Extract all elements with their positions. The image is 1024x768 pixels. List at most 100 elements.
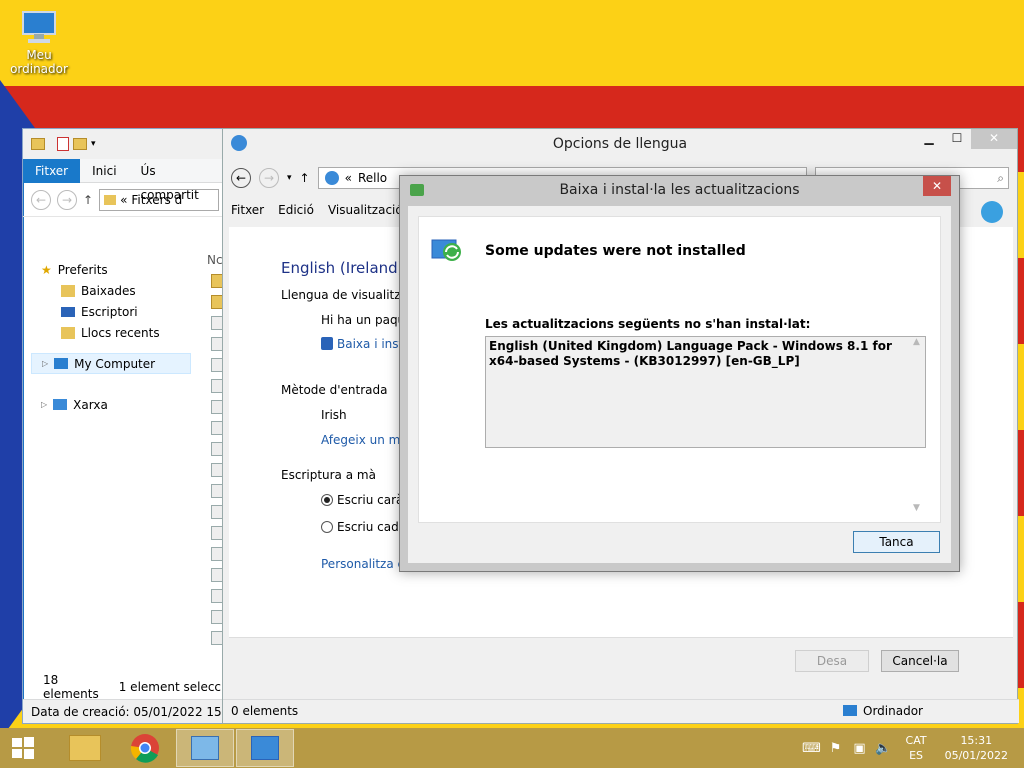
tab-home[interactable]: Inici	[80, 159, 128, 183]
breadcrumb-chevron-icon: «	[344, 171, 352, 185]
radio-icon[interactable]	[321, 521, 333, 533]
volume-icon[interactable]: 🔈	[872, 741, 896, 756]
window-controls: ▁ ☐ ✕	[915, 129, 1017, 149]
system-tray: ⌨ ⚑ ▣ 🔈 CAT ES 15:31 05/01/2022	[800, 728, 1024, 768]
personalize-link[interactable]: Personalitza el	[321, 557, 408, 571]
taskbar: ⌨ ⚑ ▣ 🔈 CAT ES 15:31 05/01/2022	[0, 728, 1024, 768]
item-count: 18 elements	[43, 673, 99, 701]
dialog-panel: Some updates were not installed Les actu…	[418, 216, 941, 523]
menu-edit[interactable]: Edició	[278, 203, 314, 217]
close-button[interactable]: ✕	[971, 129, 1017, 149]
star-icon: ★	[41, 262, 52, 277]
quick-access-dropdown-icon[interactable]: ▾	[91, 139, 96, 149]
nav-item-my-computer[interactable]: ▷ My Computer	[31, 353, 191, 374]
history-dropdown-icon[interactable]: ▾	[287, 173, 292, 183]
scroll-down-icon[interactable]: ▼	[908, 503, 925, 513]
nav-item-downloads[interactable]: Baixades	[31, 280, 191, 301]
explorer-details-bar: Data de creació: 05/01/2022 15:16, M	[23, 699, 229, 723]
failed-updates-label: Les actualitzacions següents no s'han in…	[485, 317, 811, 331]
explorer-nav-tree: ★ Preferits Baixades Escriptori Llocs rec…	[31, 259, 191, 415]
taskbar-chrome[interactable]	[116, 729, 174, 767]
taskbar-windows-update[interactable]	[236, 729, 294, 767]
handwriting-option-2[interactable]: Escriu cada	[321, 520, 406, 534]
close-dialog-button[interactable]: Tanca	[853, 531, 940, 553]
forward-icon[interactable]: →	[259, 168, 279, 188]
save-button[interactable]: Desa	[795, 650, 869, 672]
maximize-button[interactable]: ☐	[943, 129, 971, 149]
taskbar-control-panel[interactable]	[176, 729, 234, 767]
menu-file[interactable]: Fitxer	[231, 203, 264, 217]
windows-update-icon	[251, 736, 279, 760]
language-heading: English (Ireland)	[281, 259, 404, 277]
list-scrollbar[interactable]: ▲ ▼	[908, 337, 925, 513]
windows-logo-icon	[12, 737, 34, 759]
keyboard-icon[interactable]: ⌨	[800, 741, 824, 756]
menu-bar: Fitxer Edició Visualització	[231, 197, 403, 223]
chrome-icon	[130, 734, 159, 763]
nav-item-favorites[interactable]: ★ Preferits	[31, 259, 191, 280]
explorer-address-box[interactable]: « Fitxers d	[99, 188, 219, 211]
language-app-icon	[324, 171, 339, 185]
explorer-navbar: ← → ↑ « Fitxers d	[23, 183, 227, 217]
desktop-icon-computer[interactable]: Meu ordinador	[4, 10, 74, 76]
window-title: Opcions de llengua	[552, 136, 688, 152]
tab-file[interactable]: Fitxer	[23, 158, 81, 183]
dialog-close-button[interactable]: ✕	[923, 176, 951, 196]
network-icon	[53, 399, 68, 410]
up-icon[interactable]: ↑	[300, 171, 310, 185]
dialog-body: Some updates were not installed Les actu…	[408, 206, 951, 563]
desktop-icon	[61, 306, 75, 317]
start-button[interactable]	[0, 728, 46, 768]
control-panel-icon	[191, 736, 219, 760]
back-icon[interactable]: ←	[31, 189, 51, 210]
forward-icon[interactable]: →	[57, 189, 77, 210]
folder-icon	[104, 194, 117, 205]
clock[interactable]: 15:31 05/01/2022	[945, 733, 1008, 763]
computer-icon	[54, 358, 69, 369]
help-globe-icon[interactable]	[981, 201, 1003, 223]
scroll-up-icon[interactable]: ▲	[908, 337, 925, 347]
action-center-flag-icon[interactable]: ⚑	[824, 741, 848, 756]
folder-icon	[31, 138, 45, 150]
input-language-indicator[interactable]: CAT ES	[906, 733, 927, 763]
explorer-window: ▾ Fitxer Inici Ús compartit ← → ↑ « Fitx…	[22, 128, 232, 724]
search-icon: ⌕	[997, 170, 1004, 185]
radio-selected-icon[interactable]	[321, 494, 333, 506]
expand-icon[interactable]: ▷	[41, 400, 47, 409]
breadcrumb-chevron-icon: «	[120, 192, 128, 207]
langwin-status-bar: 0 elements Ordinador	[223, 699, 1019, 723]
menu-view[interactable]: Visualització	[328, 203, 403, 217]
minimize-button[interactable]: ▁	[915, 129, 943, 149]
tab-share[interactable]: Ús compartit	[129, 159, 227, 202]
back-icon[interactable]: ←	[231, 168, 251, 188]
network-icon[interactable]: ▣	[848, 741, 872, 756]
explorer-status-bar: 18 elements 1 element seleccio	[23, 673, 232, 701]
updates-dialog: Baixa i instal·la les actualitzacions ✕ …	[399, 175, 960, 572]
desktop-icon-label: Meu ordinador	[10, 48, 68, 76]
input-method-value: Irish	[321, 408, 347, 422]
selected-count: 1 element seleccio	[118, 680, 232, 694]
up-icon[interactable]: ↑	[83, 193, 93, 207]
new-folder-icon[interactable]	[73, 138, 87, 150]
properties-icon[interactable]	[57, 137, 69, 151]
status-location: Ordinador	[843, 704, 923, 718]
failed-updates-list[interactable]: English (United Kingdom) Language Pack -…	[485, 336, 926, 513]
dialog-title: Baixa i instal·la les actualitzacions	[559, 182, 800, 198]
recent-places-icon	[61, 326, 75, 339]
nav-item-recent[interactable]: Llocs recents	[31, 322, 191, 343]
status-items: 0 elements	[231, 704, 299, 718]
downloads-icon	[61, 284, 75, 297]
computer-icon	[843, 705, 857, 716]
cancel-button[interactable]: Cancel·la	[881, 650, 959, 672]
explorer-address-text: Fitxers d	[131, 192, 183, 207]
nav-item-network[interactable]: ▷ Xarxa	[31, 394, 191, 415]
input-method-label: Mètode d'entrada	[281, 383, 388, 397]
langwin-address-text: Rello	[357, 171, 388, 185]
handwriting-label: Escriptura a mà	[281, 468, 376, 482]
nav-item-desktop[interactable]: Escriptori	[31, 301, 191, 322]
langwin-titlebar: Opcions de llengua ▁ ☐ ✕	[223, 129, 1017, 159]
expand-icon[interactable]: ▷	[42, 359, 48, 368]
file-explorer-icon	[69, 735, 101, 761]
taskbar-file-explorer[interactable]	[56, 729, 114, 767]
dialog-titlebar: Baixa i instal·la les actualitzacions ✕	[400, 176, 959, 204]
